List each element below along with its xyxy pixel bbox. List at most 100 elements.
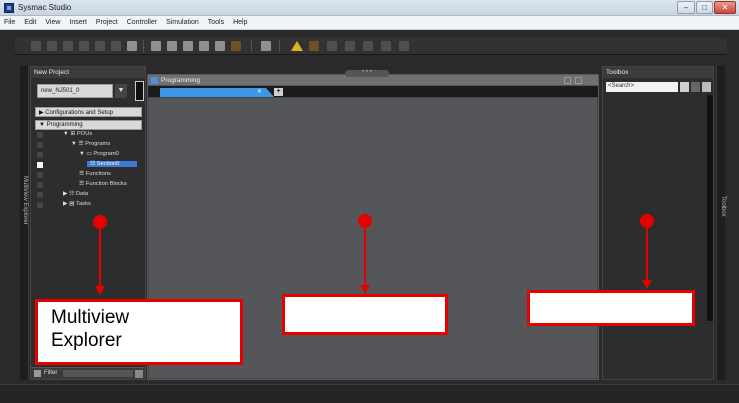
replace-icon[interactable] (199, 41, 209, 51)
menu-controller[interactable]: Controller (127, 19, 157, 26)
menu-edit[interactable]: Edit (24, 19, 36, 26)
settings-icon[interactable] (399, 41, 409, 51)
device-select[interactable]: new_NJ501_0 (37, 84, 113, 98)
filter-input[interactable] (63, 370, 133, 377)
filter-icon[interactable] (34, 370, 41, 377)
annotation-dot-explorer (93, 215, 107, 229)
tree-status-mark (37, 142, 43, 148)
minimize-icon: – (683, 2, 689, 12)
section-programming[interactable]: ▼ Programming (35, 120, 142, 130)
maximize-button[interactable]: □ (696, 1, 713, 14)
annotation-arrowhead-edit-pane (360, 285, 370, 294)
menu-tools[interactable]: Tools (208, 19, 224, 26)
search-dropdown-icon[interactable] (680, 82, 689, 92)
edit-pane-controls (562, 77, 592, 93)
clear-search-icon[interactable] (691, 82, 700, 92)
tree-item-section0[interactable]: ☷ Section0 (87, 161, 137, 167)
callout-multiview-text: Multiview Explorer (51, 307, 130, 351)
tree-item-programs[interactable]: ▼ ☰ Programs (71, 141, 110, 147)
menu-file[interactable]: File (4, 19, 15, 26)
toolbar-separator (143, 40, 144, 52)
multiview-side-tab[interactable]: Multiview Explorer (20, 66, 29, 380)
build-icon[interactable] (167, 41, 177, 51)
tree-item-program0[interactable]: ▼ ▭ Program0 (79, 151, 119, 157)
minimize-button[interactable]: – (677, 1, 695, 14)
pane-grip[interactable]: • • • (345, 69, 389, 77)
debug-icon[interactable] (381, 41, 391, 51)
annotation-dot-toolbox (640, 214, 654, 228)
tab-section0[interactable]: ✕ (160, 88, 274, 97)
monitor-icon[interactable] (363, 41, 373, 51)
programming-icon (151, 77, 158, 84)
transfer-icon[interactable] (309, 41, 319, 51)
tree-status-mark (37, 192, 43, 198)
annotation-arrowhead-toolbox (642, 280, 652, 289)
explorer-title: New Project (31, 67, 145, 78)
filter-options-button[interactable] (135, 370, 143, 378)
toolbar-separator (251, 40, 252, 52)
filter-bar: Filter (31, 367, 145, 379)
tree-status-mark (37, 162, 43, 168)
cut-icon[interactable] (31, 41, 41, 51)
callout-toolbox (527, 290, 695, 326)
toolbar-separator (279, 40, 280, 52)
filter-label: Filter (44, 370, 58, 376)
menu-project[interactable]: Project (96, 19, 118, 26)
copy-icon[interactable] (47, 41, 57, 51)
menu-bar: File Edit View Insert Project Controller… (0, 16, 739, 30)
zoom-out-icon[interactable] (574, 77, 582, 84)
callout-edit-pane (282, 294, 448, 335)
tree-status-mark (37, 152, 43, 158)
find-icon[interactable] (183, 41, 193, 51)
annotation-dot-edit-pane (358, 214, 372, 228)
menu-simulation[interactable]: Simulation (166, 19, 199, 26)
tree-item-pous[interactable]: ▼ ⊞ POUs (63, 131, 92, 137)
close-tab-icon[interactable]: ✕ (257, 88, 262, 95)
tree-item-function-blocks[interactable]: ☰ Function Blocks (79, 181, 127, 187)
tree-item-tasks[interactable]: ▶ ▤ Tasks (63, 201, 91, 207)
compare-icon[interactable] (327, 41, 337, 51)
undo-icon[interactable] (95, 41, 105, 51)
maximize-icon: □ (702, 2, 707, 12)
tree-status-mark (37, 202, 43, 208)
tree-status-mark (37, 132, 43, 138)
annotation-arrow-explorer (99, 228, 101, 286)
restore-icon[interactable] (564, 77, 571, 84)
stop-icon[interactable] (231, 41, 241, 51)
section-configurations[interactable]: ▶ Configurations and Setup (35, 107, 142, 117)
controller-icon[interactable] (135, 81, 144, 101)
status-bar (0, 384, 739, 403)
tree-status-mark (37, 172, 43, 178)
tree-item-data[interactable]: ▶ ☷ Data (63, 191, 88, 197)
add-tab-button[interactable]: + (274, 88, 283, 96)
close-button[interactable]: ✕ (714, 1, 736, 14)
chevron-down-icon[interactable]: ▼ (115, 84, 127, 98)
title-bar: Sysmac Studio – □ ✕ (0, 0, 739, 16)
annotation-arrow-toolbox (646, 227, 648, 281)
redo-icon[interactable] (111, 41, 121, 51)
callout-edit-pane-text (285, 297, 445, 301)
close-icon[interactable] (702, 82, 711, 92)
callout-multiview-explorer: Multiview Explorer (35, 299, 243, 365)
annotation-arrow-edit-pane (364, 227, 366, 285)
simulate-icon[interactable] (345, 41, 355, 51)
save-icon[interactable] (127, 41, 137, 51)
delete-icon[interactable] (79, 41, 89, 51)
warning-icon[interactable] (291, 41, 303, 51)
annotation-arrowhead-explorer (95, 286, 105, 295)
online-icon[interactable] (261, 41, 271, 51)
menu-help[interactable]: Help (233, 19, 247, 26)
callout-toolbox-text (530, 293, 692, 297)
toolbox-title: Toolbox (603, 67, 713, 78)
tree-status-mark (37, 182, 43, 188)
window-title: Sysmac Studio (18, 3, 72, 12)
menu-insert[interactable]: Insert (69, 19, 87, 26)
search-icon[interactable] (215, 41, 225, 51)
menu-view[interactable]: View (45, 19, 60, 26)
toolbox-search-input[interactable]: <Search> (606, 82, 678, 92)
toolbox-side-tab[interactable]: Toolbox (716, 66, 726, 380)
toolbox-scrollbar[interactable] (707, 95, 713, 321)
tree-item-functions[interactable]: ☰ Functions (79, 171, 111, 177)
cross-reference-icon[interactable] (151, 41, 161, 51)
paste-icon[interactable] (63, 41, 73, 51)
